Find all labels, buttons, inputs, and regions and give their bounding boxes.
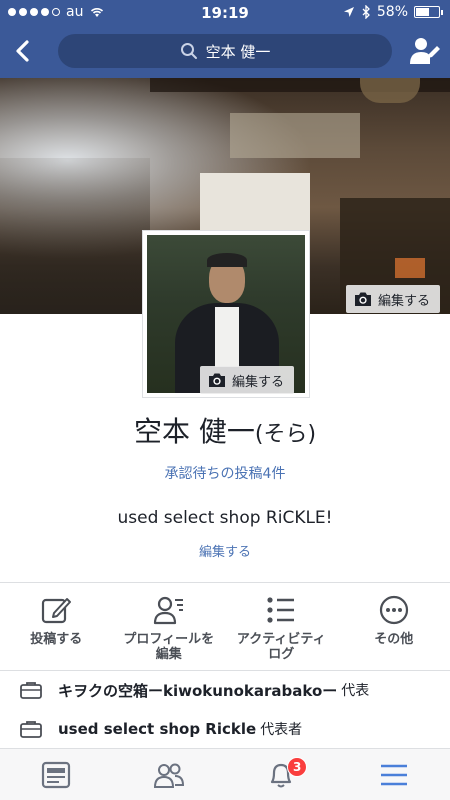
edit-cover-label: 編集する: [378, 293, 431, 309]
edit-profile-picture-label: 編集する: [232, 374, 285, 390]
profile-name: 空本 健一(そら): [0, 410, 450, 450]
work-row[interactable]: used select shop Rickle 代表者: [0, 713, 450, 745]
edit-profile-info-button[interactable]: プロフィールを 編集: [113, 594, 226, 666]
action-label: プロフィールを 編集: [123, 632, 215, 662]
tab-notifications[interactable]: 3: [225, 749, 338, 800]
briefcase-icon: [20, 721, 42, 738]
activity-log-icon: [267, 597, 295, 623]
news-feed-icon: [42, 761, 71, 789]
search-bar[interactable]: 空本 健一: [58, 34, 392, 68]
divider: [0, 670, 450, 671]
workplace-role: 代表: [341, 683, 370, 699]
profile-info-icon: [153, 596, 183, 625]
notification-badge: 3: [287, 757, 308, 777]
tab-news-feed[interactable]: [0, 749, 113, 800]
briefcase-icon: [20, 682, 42, 699]
search-text: 空本 健一: [205, 42, 271, 61]
edit-bio-link[interactable]: 編集する: [0, 541, 450, 560]
battery-icon: [414, 6, 443, 18]
top-bar: au 19:19 58% 空本 健一: [0, 0, 450, 78]
compose-icon: [42, 598, 72, 624]
camera-icon: [355, 292, 371, 306]
work-row[interactable]: キヲクの空箱ーkiwokunokarabakoー 代表: [0, 674, 450, 706]
battery-fill: [416, 8, 429, 16]
profile-nickname: (そら): [254, 422, 317, 447]
hamburger-menu-icon: [380, 764, 407, 786]
camera-icon: [209, 373, 225, 387]
activity-log-button[interactable]: アクティビティ ログ: [225, 594, 338, 666]
tab-friend-requests[interactable]: [113, 749, 226, 800]
tab-menu[interactable]: [338, 749, 450, 800]
search-icon: [180, 43, 197, 59]
compose-post-button[interactable]: 投稿する: [0, 594, 113, 666]
back-button[interactable]: [10, 36, 36, 66]
profile-name-text: 空本 健一: [133, 415, 255, 448]
battery-percent: 58%: [376, 4, 408, 20]
pending-posts-link[interactable]: 承認待ちの投稿4件: [0, 463, 450, 483]
bottom-tab-bar: 3: [0, 748, 450, 800]
bluetooth-icon: [362, 5, 370, 19]
status-bar: au 19:19 58%: [0, 0, 450, 26]
profile-bio: used select shop RiCKLE!: [117, 508, 333, 528]
more-options-button[interactable]: その他: [338, 594, 450, 666]
edit-profile-picture-button[interactable]: 編集する: [200, 366, 295, 394]
more-icon: [379, 595, 408, 625]
edit-profile-button[interactable]: [408, 34, 442, 68]
action-label: アクティビティ ログ: [236, 632, 326, 662]
profile-actions: 投稿する プロフィールを 編集 アクティビティ ログ その他: [0, 594, 450, 666]
workplace-name: キヲクの空箱ーkiwokunokarabakoー: [58, 681, 338, 700]
action-label: 投稿する: [30, 632, 83, 647]
workplace-name: used select shop Rickle: [58, 720, 257, 738]
action-label: その他: [374, 632, 414, 647]
friends-icon: [153, 763, 184, 788]
workplace-role: 代表者: [260, 722, 303, 738]
location-arrow-icon: [343, 7, 354, 17]
divider: [0, 582, 450, 583]
edit-cover-button[interactable]: 編集する: [346, 285, 441, 313]
